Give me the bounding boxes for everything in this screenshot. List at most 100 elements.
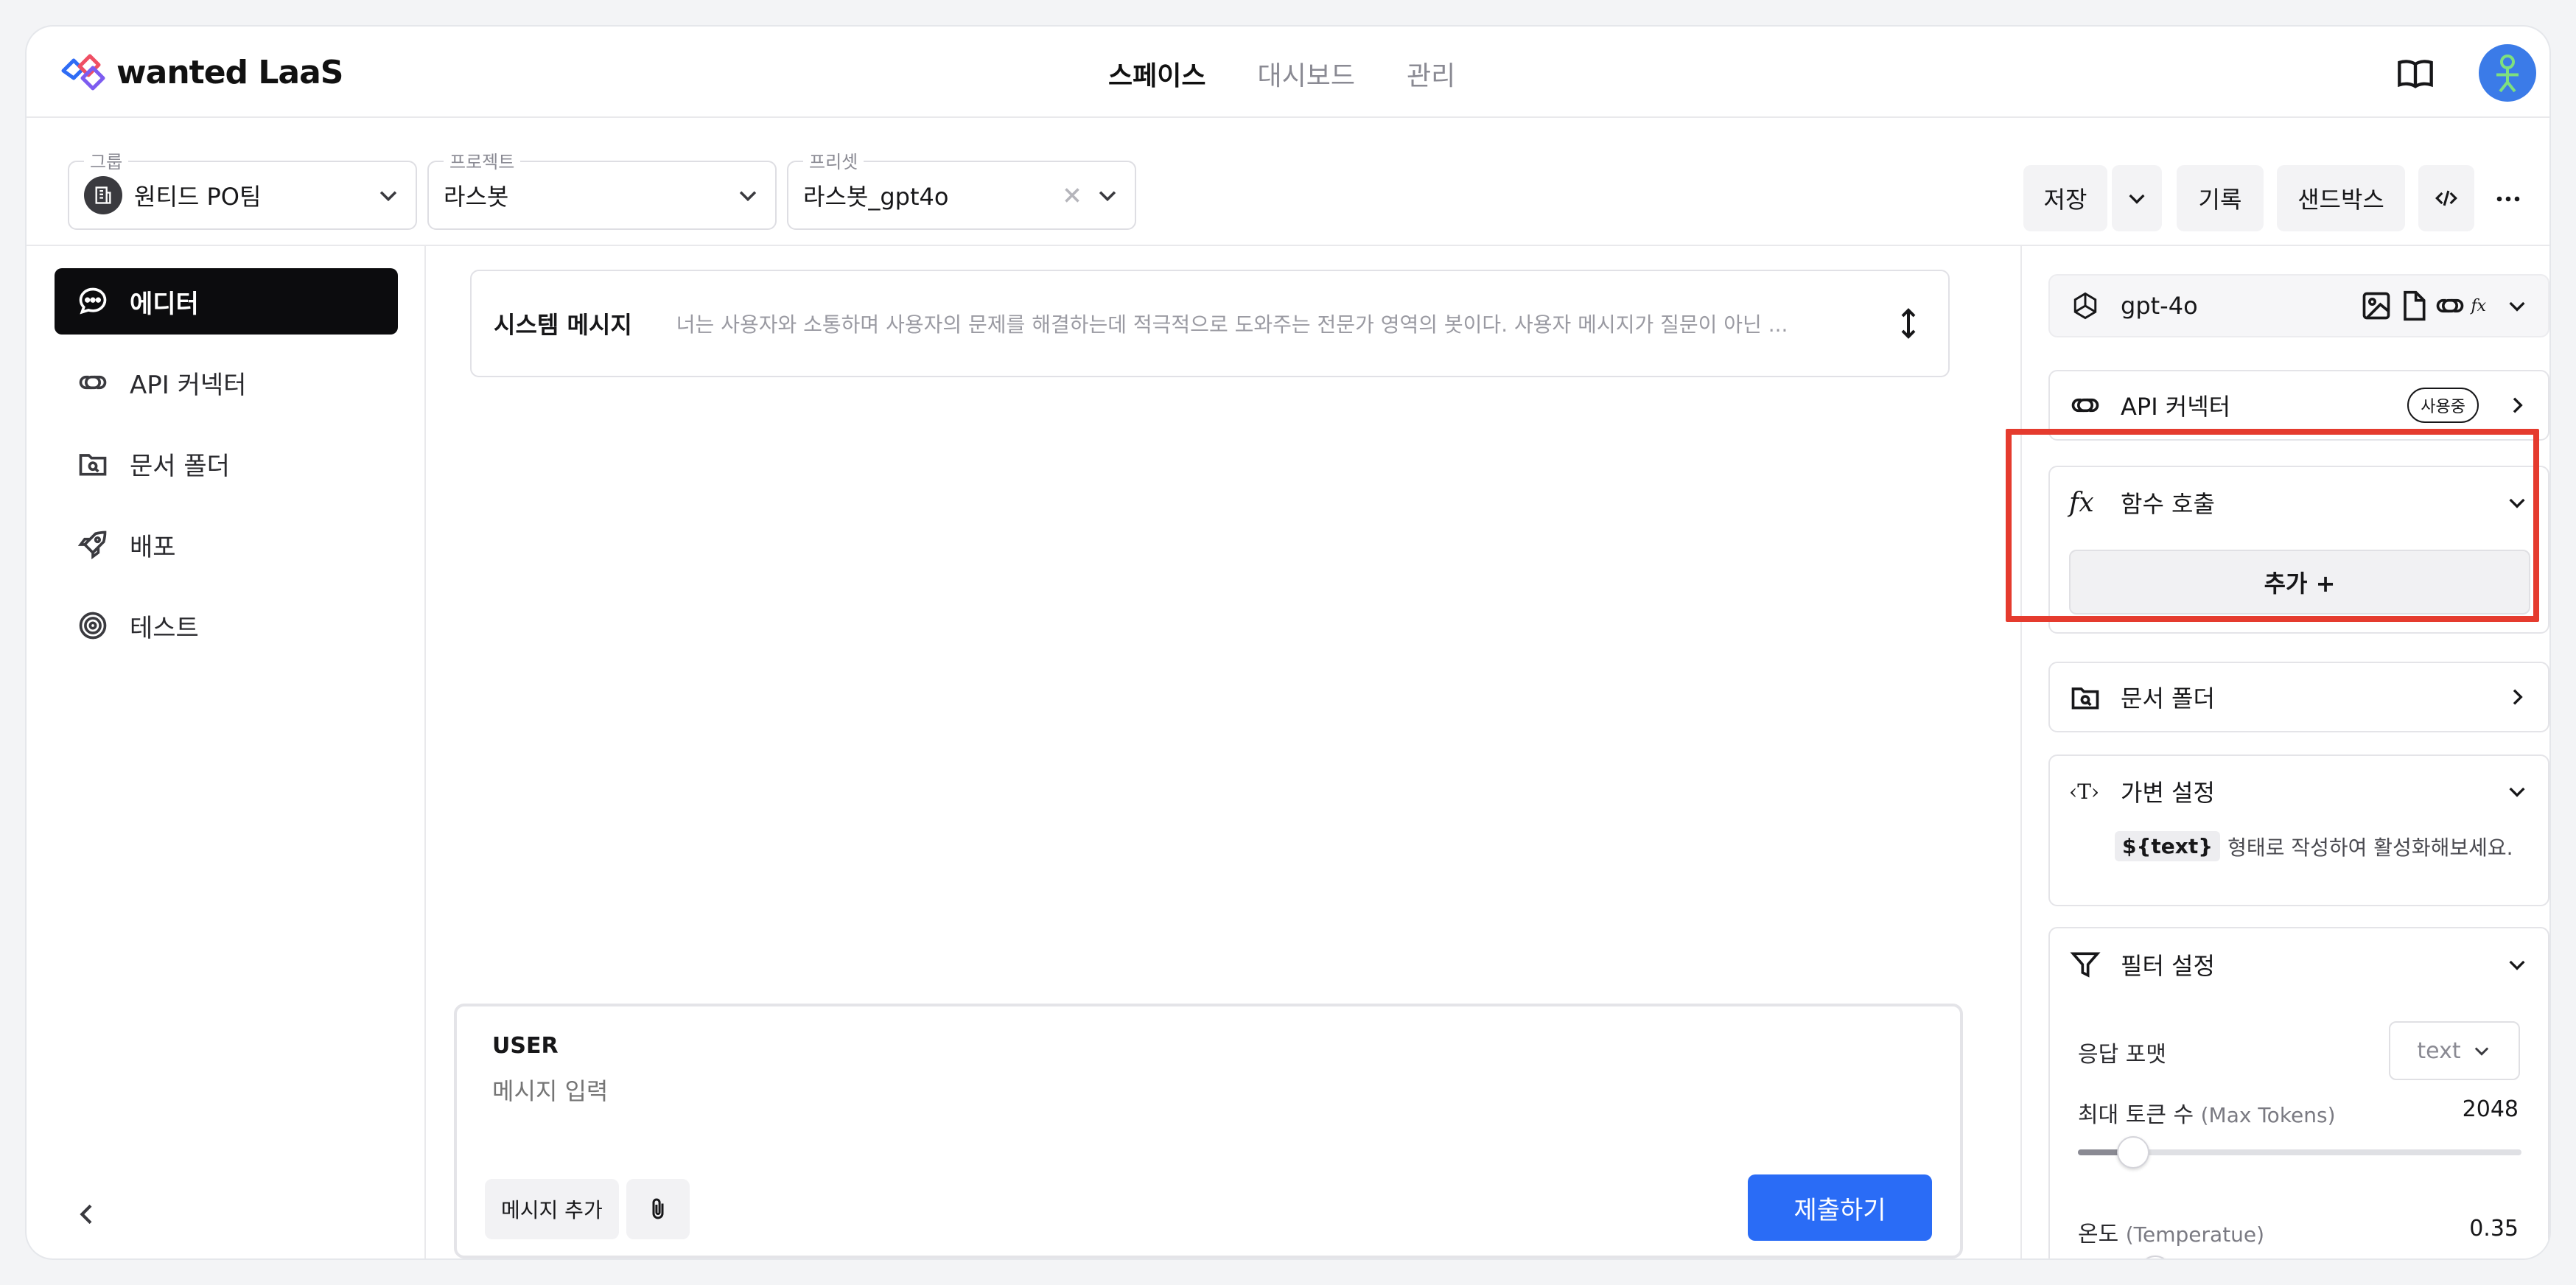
main-nav-tabs: 스페이스 대시보드 관리: [1108, 55, 1455, 93]
temperature-value: 0.35: [2469, 1216, 2519, 1242]
add-message-button[interactable]: 메시지 추가: [485, 1179, 619, 1239]
top-nav: wanted LaaS 스페이스 대시보드 관리: [27, 27, 2549, 118]
history-button[interactable]: 기록: [2177, 165, 2264, 231]
doc-folder-title: 문서 폴더: [2121, 684, 2215, 712]
response-format-value: text: [2417, 1037, 2461, 1064]
sidebar-item-label: 배포: [130, 532, 176, 562]
chevron-down-icon: [379, 191, 397, 202]
folder-search-icon: [2071, 687, 2099, 710]
function-call-header[interactable]: fx 함수 호출: [2050, 467, 2548, 538]
model-select[interactable]: gpt-4o fx: [2048, 274, 2549, 337]
link-icon: [2437, 298, 2464, 313]
paperclip-icon: [652, 1198, 664, 1219]
response-format-label: 응답 포맷: [2078, 1042, 2166, 1068]
brand-name: wanted LaaS: [116, 53, 343, 91]
user-message-box: USER 메시지 추가 제출하기: [454, 1004, 1963, 1258]
editor-area: 시스템 메시지 너는 사용자와 소통하며 사용자의 문제를 해결하는데 적극적으…: [426, 246, 2020, 1258]
variable-chip: ${text}: [2115, 831, 2221, 861]
chevron-down-icon: [2129, 194, 2145, 204]
chevron-down-icon: [739, 191, 757, 202]
image-icon: [2363, 292, 2390, 320]
chevron-down-icon: [2509, 301, 2525, 312]
user-avatar-icon: [2496, 54, 2519, 93]
chevron-down-icon: [1099, 191, 1116, 202]
sidebar-item-editor[interactable]: 에디터: [55, 268, 398, 335]
submit-button[interactable]: 제출하기: [1748, 1174, 1932, 1241]
nav-tab-dashboard[interactable]: 대시보드: [1257, 55, 1354, 93]
clear-icon[interactable]: [1060, 183, 1085, 208]
max-tokens-label-text: 최대 토큰 수: [2078, 1102, 2194, 1128]
group-select[interactable]: 그룹 원티드 PO팀: [68, 147, 417, 230]
code-button[interactable]: [2418, 165, 2474, 231]
system-message[interactable]: 시스템 메시지 너는 사용자와 소통하며 사용자의 문제를 해결하는데 적극적으…: [470, 270, 1950, 377]
status-badge: 사용중: [2407, 388, 2479, 423]
more-options-icon[interactable]: [2495, 186, 2521, 212]
chevron-right-icon: [2513, 397, 2523, 413]
filter-card: 필터 설정 응답 포맷 text 최대 토큰 수 (Max Tokens) 20…: [2048, 927, 2549, 1258]
system-message-text: 너는 사용자와 소통하며 사용자의 문제를 해결하는데 적극적으로 도와주는 전…: [676, 312, 1788, 337]
response-format-select[interactable]: text: [2389, 1021, 2520, 1080]
book-icon[interactable]: [2396, 55, 2435, 93]
function-icon: fx: [2069, 487, 2094, 518]
nav-tab-admin[interactable]: 관리: [1407, 55, 1455, 93]
add-function-button[interactable]: 추가 +: [2069, 550, 2530, 615]
folder-search-icon: [79, 454, 107, 476]
group-value: 원티드 PO팀: [134, 183, 262, 211]
max-tokens-value: 2048: [2462, 1096, 2519, 1122]
api-connector-card[interactable]: API 커넥터 사용중: [2048, 370, 2549, 441]
chevron-down-icon: [2509, 787, 2525, 797]
chevron-down-icon: [2474, 1047, 2488, 1056]
filter-title: 필터 설정: [2121, 952, 2215, 980]
sidebar-item-deploy[interactable]: 배포: [55, 511, 398, 578]
variables-hint-text: 형태로 작성하여 활성화해보세요.: [2227, 835, 2513, 860]
chat-bubble-icon: [79, 287, 107, 315]
target-icon: [79, 612, 107, 640]
sidebar-item-test[interactable]: 테스트: [55, 592, 398, 659]
variables-hint: ${text} 형태로 작성하여 활성화해보세요.: [2115, 831, 2513, 861]
max-tokens-slider[interactable]: [2078, 1136, 2521, 1169]
attach-button[interactable]: [626, 1179, 690, 1239]
link-icon: [79, 375, 107, 390]
slider-thumb[interactable]: [2139, 1256, 2171, 1258]
save-button[interactable]: 저장: [2023, 165, 2107, 231]
rocket-icon: [77, 531, 107, 560]
code-icon: [2435, 190, 2457, 206]
slider-thumb[interactable]: [2117, 1136, 2149, 1169]
avatar[interactable]: [2479, 44, 2536, 102]
preset-value: 라스봇_gpt4o: [803, 183, 949, 211]
openai-icon: [2073, 292, 2097, 320]
app-window: wanted LaaS 스페이스 대시보드 관리 그룹 원티드 PO팀 프로젝트…: [27, 27, 2549, 1258]
model-name: gpt-4o: [2121, 292, 2198, 320]
doc-folder-card[interactable]: 문서 폴더: [2048, 662, 2549, 732]
nav-tab-space[interactable]: 스페이스: [1108, 55, 1205, 93]
sidebar-item-label: 테스트: [130, 613, 199, 643]
function-call-card: fx 함수 호출 추가 +: [2048, 466, 2549, 634]
preset-label: 프리셋: [803, 147, 864, 173]
preset-select[interactable]: 프리셋 라스봇_gpt4o: [787, 147, 1136, 230]
temperature-label: 온도 (Temperatue): [2078, 1216, 2264, 1248]
system-message-title: 시스템 메시지: [494, 311, 632, 339]
save-options-button[interactable]: [2112, 165, 2162, 231]
sandbox-button[interactable]: 샌드박스: [2277, 165, 2405, 231]
message-input[interactable]: [492, 1077, 1892, 1105]
max-tokens-label: 최대 토큰 수 (Max Tokens): [2078, 1096, 2336, 1129]
temperature-label-text: 온도: [2078, 1222, 2119, 1247]
project-select[interactable]: 프로젝트 라스봇: [427, 147, 777, 230]
variables-header[interactable]: ‹T› 가변 설정: [2050, 756, 2548, 827]
sidebar-item-label: 문서 폴더: [130, 451, 230, 481]
sidebar-item-doc-folder[interactable]: 문서 폴더: [55, 430, 398, 497]
sidebar-item-label: API 커넥터: [130, 370, 247, 400]
expand-vertical-icon[interactable]: [1891, 306, 1926, 341]
max-tokens-sublabel: (Max Tokens): [2200, 1103, 2336, 1127]
filter-header[interactable]: 필터 설정: [2050, 928, 2548, 1001]
brand-logo[interactable]: wanted LaaS: [60, 53, 343, 91]
sidebar-item-api-connector[interactable]: API 커넥터: [55, 349, 398, 416]
variables-card: ‹T› 가변 설정 ${text} 형태로 작성하여 활성화해보세요.: [2048, 754, 2549, 906]
text-variable-icon: ‹T›: [2069, 779, 2100, 804]
document-icon: [2404, 290, 2426, 321]
capability-icons: fx: [2360, 290, 2486, 322]
api-connector-title: API 커넥터: [2121, 393, 2231, 421]
chevron-right-icon: [2513, 689, 2523, 705]
chevron-left-icon[interactable]: [72, 1200, 102, 1229]
wanted-logo-icon: [61, 54, 105, 91]
